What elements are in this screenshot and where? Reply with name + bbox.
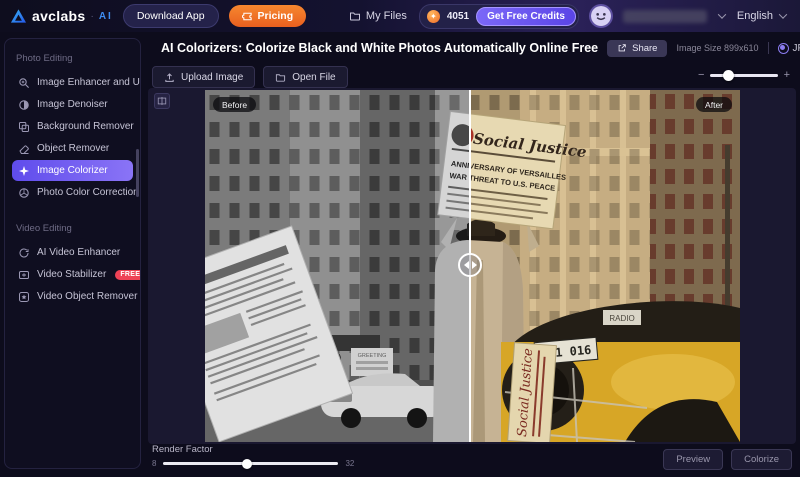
- arrow-left-icon: [464, 261, 469, 269]
- comparison-slider-handle[interactable]: [458, 253, 482, 277]
- brand-suffix: AI: [99, 11, 113, 22]
- editor-canvas: GREETING: [148, 88, 796, 444]
- language-select[interactable]: English: [737, 10, 790, 22]
- page-header: AI Colorizers: Colorize Black and White …: [152, 37, 794, 59]
- render-factor-min: 8: [152, 459, 156, 468]
- sidebar-item-label: AI Video Enhancer: [37, 247, 120, 258]
- sidebar-item-label: Video Object Remover: [37, 291, 137, 302]
- refresh-arrows-icon: [18, 247, 30, 259]
- credits-count: 4051: [447, 11, 469, 22]
- sparkle-icon: [18, 165, 30, 177]
- color-wheel-icon: [18, 187, 30, 199]
- free-badge: FREE: [115, 270, 141, 280]
- sidebar-item-label: Photo Color Correction: [37, 187, 139, 198]
- preview-button[interactable]: Preview: [663, 449, 723, 470]
- brand-separator: ·: [90, 11, 93, 22]
- sidebar-item-label: Image Colorizer: [37, 165, 108, 176]
- pricing-button[interactable]: Pricing: [229, 5, 307, 27]
- avclabs-logo-icon: [10, 8, 27, 24]
- user-avatar[interactable]: [591, 6, 611, 26]
- sidebar-item-video-stabilizer[interactable]: Video Stabilizer FREE: [12, 264, 133, 285]
- sidebar-item-background-remover[interactable]: Background Remover: [12, 116, 133, 137]
- zoom-in-button[interactable]: +: [784, 70, 790, 80]
- photo-comparison: GREETING: [205, 90, 740, 442]
- sidebar-item-label: Video Stabilizer: [37, 269, 106, 280]
- render-factor-knob[interactable]: [242, 459, 252, 469]
- arrow-right-icon: [472, 261, 477, 269]
- before-image-half: GREETING: [205, 90, 470, 442]
- sidebar-scrollbar[interactable]: [136, 149, 139, 197]
- pricing-label: Pricing: [258, 10, 294, 22]
- zoom-control: − +: [698, 68, 790, 82]
- open-file-button[interactable]: Open File: [263, 66, 347, 88]
- upload-image-label: Upload Image: [181, 72, 243, 83]
- after-image-half: [470, 90, 740, 442]
- sidebar-item-image-denoiser[interactable]: Image Denoiser: [12, 94, 133, 115]
- divider: [768, 42, 769, 54]
- colorize-button[interactable]: Colorize: [731, 449, 792, 470]
- username-redacted: [623, 10, 707, 23]
- tools-row: Upload Image Open File: [152, 66, 348, 88]
- sidebar-item-label: Background Remover: [37, 121, 134, 132]
- share-label: Share: [632, 43, 657, 54]
- account-chevron-down-icon[interactable]: [718, 10, 726, 18]
- zoom-slider-knob[interactable]: [723, 70, 734, 81]
- radio-selected-icon: [778, 43, 789, 54]
- render-factor-max: 32: [345, 459, 354, 468]
- sidebar-item-image-colorizer[interactable]: Image Colorizer: [12, 160, 133, 181]
- get-free-credits-button[interactable]: Get Free Credits: [476, 7, 576, 26]
- format-jpg-radio[interactable]: JPG: [778, 43, 800, 54]
- sidebar-item-label: Image Enhancer and Upscaler: [37, 77, 141, 88]
- page-title: AI Colorizers: Colorize Black and White …: [161, 41, 598, 55]
- sidebar-item-label: Object Remover: [37, 143, 109, 154]
- render-factor-label: Render Factor: [152, 444, 213, 455]
- language-chevron-down-icon: [779, 10, 787, 18]
- jpg-label: JPG: [793, 43, 800, 54]
- brand-name: avclabs: [32, 8, 85, 24]
- sidebar-item-ai-video-enhancer[interactable]: AI Video Enhancer: [12, 242, 133, 263]
- upload-image-button[interactable]: Upload Image: [152, 66, 255, 88]
- object-in-frame-icon: [18, 291, 30, 303]
- svg-text:GREETING: GREETING: [358, 353, 387, 359]
- zoom-slider[interactable]: [710, 74, 777, 77]
- before-badge: Before: [213, 97, 256, 112]
- layers-icon: [18, 121, 30, 133]
- price-tag-icon: [242, 11, 253, 22]
- sidebar: Photo Editing Image Enhancer and Upscale…: [4, 38, 141, 469]
- open-file-label: Open File: [292, 72, 335, 83]
- my-files-label: My Files: [366, 10, 407, 22]
- denoise-half-circle-icon: [18, 99, 30, 111]
- render-factor-slider: 8 32: [152, 459, 354, 468]
- after-badge: After: [696, 97, 732, 112]
- language-label: English: [737, 10, 773, 22]
- my-files-button[interactable]: My Files: [349, 10, 407, 22]
- share-icon: [617, 43, 627, 53]
- upload-icon: [164, 72, 175, 83]
- render-factor-track[interactable]: [163, 462, 338, 465]
- folder-icon: [349, 10, 361, 22]
- credits-capsule: ✦ 4051 Get Free Credits: [419, 4, 579, 29]
- zoom-out-button[interactable]: −: [698, 70, 704, 80]
- stabilizer-screen-icon: [18, 269, 30, 281]
- share-button[interactable]: Share: [607, 40, 667, 57]
- eraser-icon: [18, 143, 30, 155]
- image-size-label: Image Size 899x610: [676, 43, 758, 53]
- sidebar-item-label: Image Denoiser: [37, 99, 108, 110]
- footer-controls: Render Factor 8 32 Preview Colorize: [152, 447, 792, 471]
- sidebar-item-object-remover[interactable]: Object Remover: [12, 138, 133, 159]
- open-folder-icon: [275, 72, 286, 83]
- sidebar-item-image-enhancer[interactable]: Image Enhancer and Upscaler: [12, 72, 133, 93]
- app-window: avclabs · AI Download App Pricing My Fil…: [0, 0, 800, 477]
- coin-icon: ✦: [427, 10, 440, 23]
- topbar: avclabs · AI Download App Pricing My Fil…: [0, 0, 800, 32]
- video-editing-section-label: Video Editing: [16, 223, 133, 234]
- magnifier-icon: [18, 77, 30, 89]
- sidebar-item-video-object-remover[interactable]: Video Object Remover: [12, 286, 133, 307]
- greeting-card-sign: GREETING: [351, 348, 393, 376]
- sidebar-item-photo-color-correction[interactable]: Photo Color Correction: [12, 182, 133, 203]
- download-app-button[interactable]: Download App: [123, 4, 219, 28]
- photo-editing-section-label: Photo Editing: [16, 53, 133, 64]
- compare-view-toggle[interactable]: [154, 93, 170, 109]
- brand-logo[interactable]: avclabs · AI: [10, 8, 113, 24]
